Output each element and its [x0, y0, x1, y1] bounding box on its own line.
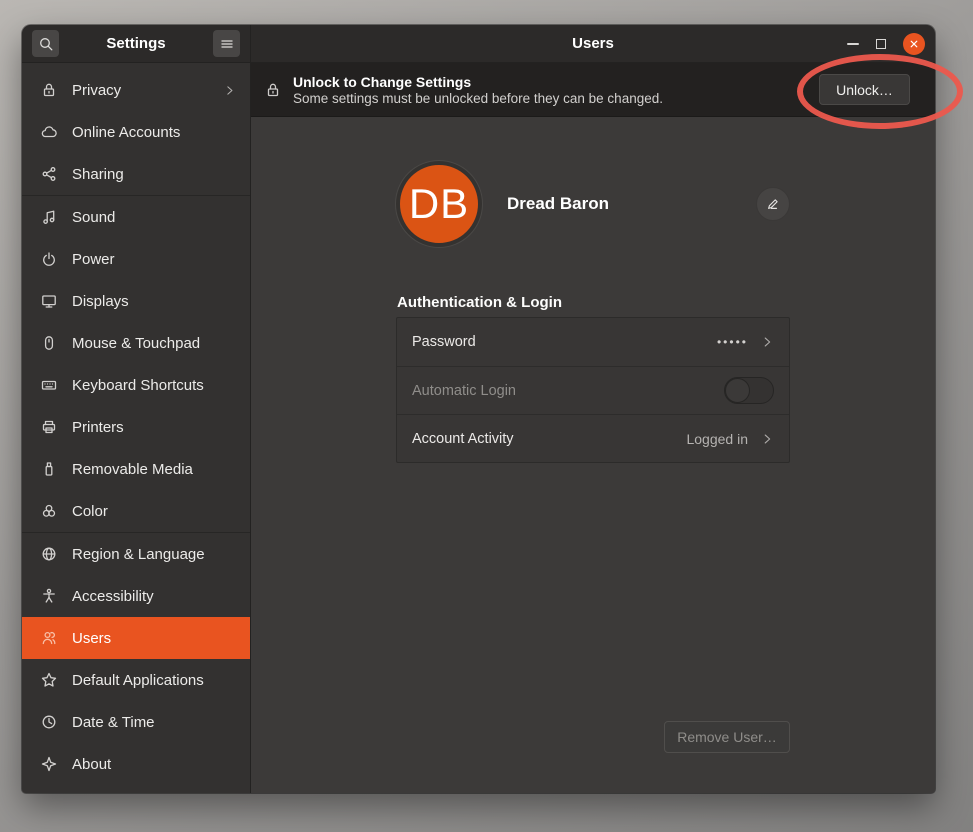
window-controls: [847, 25, 925, 62]
settings-window: Settings Privacy Online Accounts Sharing: [22, 25, 935, 793]
globe-icon: [41, 546, 57, 562]
user-profile-row: DB Dread Baron: [396, 157, 790, 251]
sidebar-item-label: Region & Language: [72, 546, 205, 563]
hamburger-menu-icon: [219, 36, 235, 52]
sidebar-list: Privacy Online Accounts Sharing Sound Po…: [22, 63, 250, 793]
sidebar-item-accessibility[interactable]: Accessibility: [22, 575, 250, 617]
sidebar-item-default-applications[interactable]: Default Applications: [22, 659, 250, 701]
mouse-icon: [41, 335, 57, 351]
sidebar-item-keyboard-shortcuts[interactable]: Keyboard Shortcuts: [22, 364, 250, 406]
users-icon: [41, 630, 57, 646]
usb-drive-icon: [41, 461, 57, 477]
printer-icon: [41, 419, 57, 435]
account-activity-row[interactable]: Account Activity Logged in: [397, 414, 789, 462]
minimize-button[interactable]: [847, 43, 859, 45]
sidebar-item-label: Displays: [72, 293, 129, 310]
section-heading: Authentication & Login: [397, 294, 562, 311]
avatar: DB: [396, 161, 482, 247]
sparkle-icon: [41, 756, 57, 772]
automatic-login-toggle[interactable]: [724, 377, 774, 404]
lock-icon: [41, 82, 57, 98]
color-circles-icon: [41, 503, 57, 519]
sidebar-item-color[interactable]: Color: [22, 490, 250, 532]
chevron-right-icon: [760, 335, 774, 349]
row-label: Automatic Login: [412, 383, 516, 399]
sidebar-item-label: Date & Time: [72, 714, 155, 731]
sidebar-item-label: Removable Media: [72, 461, 193, 478]
sidebar-item-label: Sound: [72, 209, 115, 226]
maximize-button[interactable]: [876, 39, 886, 49]
sidebar-item-label: Accessibility: [72, 588, 154, 605]
user-full-name: Dread Baron: [507, 194, 609, 214]
chevron-right-icon: [760, 432, 774, 446]
sidebar-item-privacy[interactable]: Privacy: [22, 69, 250, 111]
edit-name-button[interactable]: [756, 187, 790, 221]
sidebar-item-label: Color: [72, 503, 108, 520]
automatic-login-row: Automatic Login: [397, 366, 789, 414]
clock-icon: [41, 714, 57, 730]
users-panel-content: DB Dread Baron Authentication & Login Pa…: [251, 117, 935, 793]
maximize-icon: [876, 39, 886, 49]
pencil-icon: [766, 197, 780, 211]
sidebar-item-printers[interactable]: Printers: [22, 406, 250, 448]
account-activity-value: Logged in: [686, 431, 748, 447]
unlock-banner-subtitle: Some settings must be unlocked before th…: [293, 91, 663, 106]
sidebar-item-label: Keyboard Shortcuts: [72, 377, 204, 394]
page-title: Users: [572, 35, 614, 52]
cloud-icon: [41, 124, 57, 140]
sidebar-item-label: Online Accounts: [72, 124, 180, 141]
unlock-button[interactable]: Unlock…: [819, 74, 910, 105]
sidebar-item-label: Users: [72, 630, 111, 647]
main-panel: Users Unlock to Change Settings Some set…: [250, 25, 935, 793]
unlock-banner-text: Unlock to Change Settings Some settings …: [293, 74, 663, 106]
sidebar-item-date-time[interactable]: Date & Time: [22, 701, 250, 743]
chevron-right-icon: [223, 84, 236, 97]
sidebar-item-label: Privacy: [72, 82, 121, 99]
sidebar-item-sound[interactable]: Sound: [22, 196, 250, 238]
password-row[interactable]: Password •••••: [397, 318, 789, 366]
sidebar-item-removable-media[interactable]: Removable Media: [22, 448, 250, 490]
sidebar-item-about[interactable]: About: [22, 743, 250, 785]
power-icon: [41, 251, 57, 267]
search-icon: [38, 36, 54, 52]
menu-button[interactable]: [213, 30, 240, 57]
lock-icon: [265, 82, 281, 98]
remove-user-button[interactable]: Remove User…: [664, 721, 790, 753]
sidebar-item-displays[interactable]: Displays: [22, 280, 250, 322]
music-note-icon: [41, 209, 57, 225]
monitor-icon: [41, 293, 57, 309]
keyboard-icon: [41, 377, 57, 393]
sidebar-item-sharing[interactable]: Sharing: [22, 153, 250, 195]
sidebar-item-online-accounts[interactable]: Online Accounts: [22, 111, 250, 153]
row-label: Account Activity: [412, 431, 514, 447]
unlock-banner: Unlock to Change Settings Some settings …: [251, 63, 935, 117]
sidebar-item-mouse-touchpad[interactable]: Mouse & Touchpad: [22, 322, 250, 364]
authentication-list: Password ••••• Automatic Login Account A…: [396, 317, 790, 463]
toggle-knob: [725, 378, 750, 403]
sidebar-header: Settings: [22, 25, 250, 63]
sidebar: Settings Privacy Online Accounts Sharing: [22, 25, 250, 793]
close-button[interactable]: [903, 33, 925, 55]
accessibility-icon: [41, 588, 57, 604]
sidebar-item-label: About: [72, 756, 111, 773]
unlock-banner-title: Unlock to Change Settings: [293, 74, 663, 90]
star-icon: [41, 672, 57, 688]
sidebar-item-label: Default Applications: [72, 672, 204, 689]
password-dots: •••••: [717, 335, 748, 349]
minimize-icon: [847, 43, 859, 45]
search-button[interactable]: [32, 30, 59, 57]
sidebar-item-label: Sharing: [72, 166, 124, 183]
share-icon: [41, 166, 57, 182]
row-label: Password: [412, 334, 476, 350]
sidebar-item-region-language[interactable]: Region & Language: [22, 533, 250, 575]
close-icon: [909, 39, 919, 49]
sidebar-item-label: Power: [72, 251, 115, 268]
sidebar-item-label: Mouse & Touchpad: [72, 335, 200, 352]
sidebar-item-power[interactable]: Power: [22, 238, 250, 280]
sidebar-item-users[interactable]: Users: [22, 617, 250, 659]
titlebar: Users: [251, 25, 935, 63]
sidebar-item-label: Printers: [72, 419, 124, 436]
